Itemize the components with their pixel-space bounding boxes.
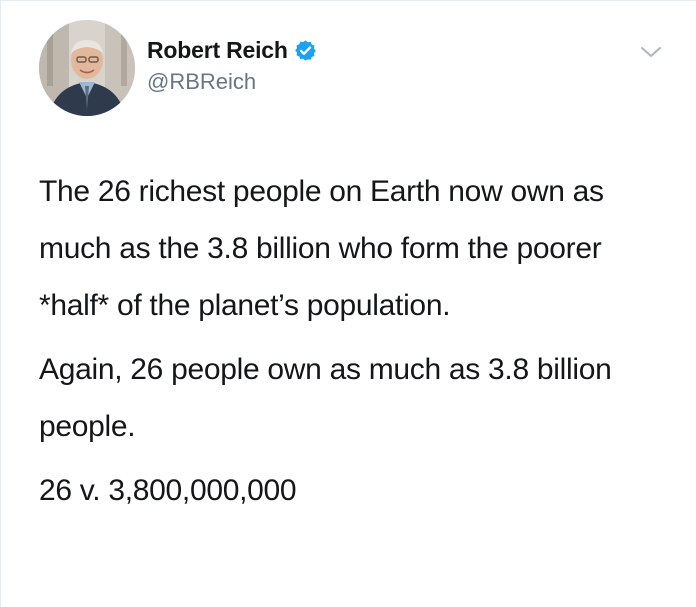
display-name-row: Robert Reich: [147, 34, 317, 66]
verified-badge-icon: [294, 39, 317, 62]
tweet-menu-button[interactable]: [637, 42, 665, 62]
tweet-paragraph: The 26 richest people on Earth now own a…: [39, 175, 604, 322]
author-display-name[interactable]: Robert Reich: [147, 37, 288, 64]
author-handle[interactable]: @RBReich: [147, 69, 317, 95]
tweet-header: Robert Reich @RBReich: [39, 20, 679, 120]
tweet-text: The 26 richest people on Earth now own a…: [39, 163, 679, 519]
author-name-block: Robert Reich @RBReich: [147, 34, 317, 95]
author-avatar[interactable]: [39, 20, 135, 116]
tweet-paragraph: Again, 26 people own as much as 3.8 bill…: [39, 353, 612, 443]
chevron-down-icon: [641, 47, 661, 57]
tweet-card: Robert Reich @RBReich The 26 richest peo…: [0, 0, 696, 607]
avatar-photo-icon: [39, 20, 135, 116]
tweet-paragraph: 26 v. 3,800,000,000: [39, 474, 297, 507]
